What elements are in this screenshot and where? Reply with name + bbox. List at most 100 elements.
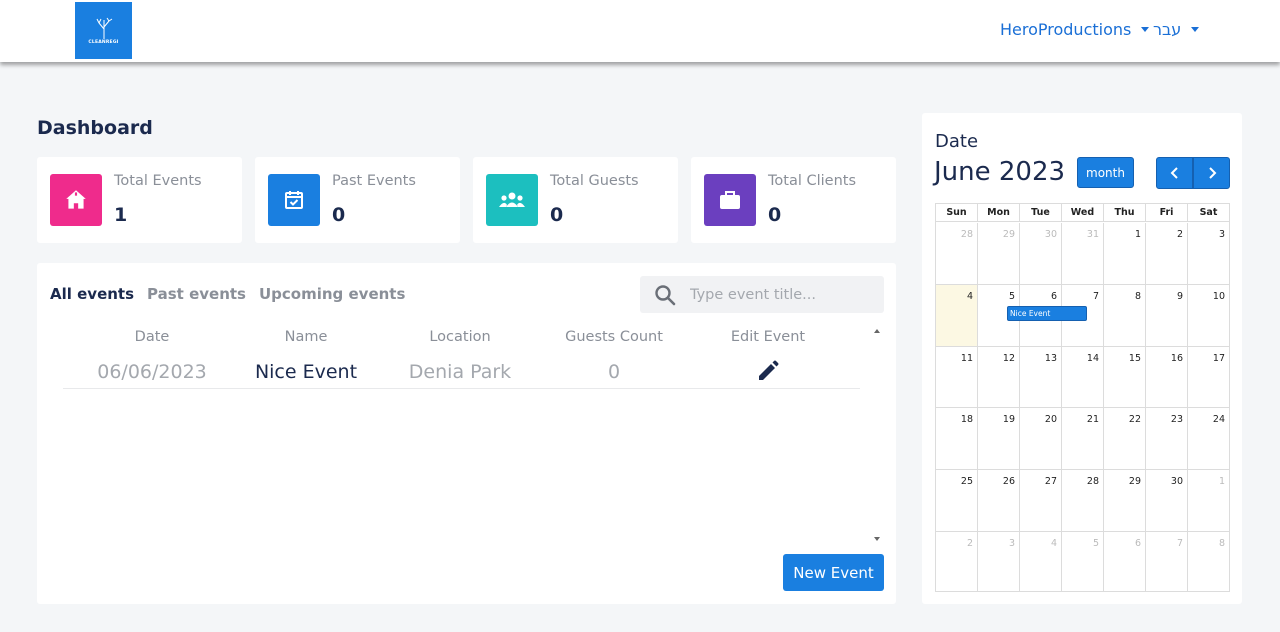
- calendar-day[interactable]: 8: [1188, 532, 1229, 591]
- calendar-day[interactable]: 19: [978, 408, 1020, 470]
- scroll-up-arrow-icon[interactable]: [874, 329, 880, 333]
- day-number: 16: [1170, 352, 1183, 364]
- day-number: 18: [960, 414, 973, 426]
- account-menu[interactable]: HeroProductions: [1000, 20, 1150, 39]
- language-menu[interactable]: עבר: [1153, 20, 1200, 39]
- calendar-day[interactable]: 30: [1020, 223, 1062, 284]
- calendar-day[interactable]: 15: [1104, 346, 1146, 408]
- calendar-day[interactable]: 22: [1104, 408, 1146, 470]
- day-number: 30: [1044, 229, 1057, 240]
- tab-upcoming-events[interactable]: Upcoming events: [259, 285, 405, 303]
- day-number: 12: [1002, 352, 1015, 364]
- calendar-day[interactable]: 1: [1104, 223, 1146, 284]
- weekday-label: Mon: [978, 204, 1020, 221]
- event-search: [640, 276, 884, 313]
- calendar-day[interactable]: 28: [936, 223, 978, 284]
- day-number: 23: [1170, 414, 1183, 426]
- calendar-day[interactable]: 29: [978, 223, 1020, 284]
- calendar-day[interactable]: 2: [936, 532, 978, 591]
- calendar-day[interactable]: 13: [1020, 346, 1062, 408]
- calendar-day[interactable]: 6: [1104, 532, 1146, 591]
- event-date: 06/06/2023: [97, 361, 207, 383]
- calendar-day[interactable]: 31: [1062, 223, 1104, 284]
- calendar-day[interactable]: 17: [1188, 347, 1229, 408]
- calendar-day[interactable]: 14: [1062, 346, 1104, 408]
- top-navbar: CLEANREGI HeroProductions עבר: [0, 0, 1280, 62]
- day-number: 11: [960, 352, 973, 364]
- calendar-day[interactable]: 21: [1062, 408, 1104, 470]
- tab-past-events[interactable]: Past events: [147, 285, 246, 303]
- calendar-day[interactable]: 10: [1188, 285, 1229, 346]
- calendar-day[interactable]: 26: [978, 470, 1020, 531]
- calendar-day[interactable]: 29: [1104, 470, 1146, 531]
- brand-logo[interactable]: CLEANREGI: [75, 2, 132, 59]
- column-header-date: Date: [134, 329, 170, 345]
- day-number: 29: [1002, 229, 1015, 240]
- month-view-button[interactable]: month: [1077, 157, 1134, 188]
- stat-value: 0: [332, 204, 346, 226]
- event-guests-count: 0: [607, 361, 621, 383]
- day-number: 13: [1044, 352, 1057, 364]
- calendar-day[interactable]: 4: [1020, 532, 1062, 591]
- new-event-button[interactable]: New Event: [783, 554, 884, 591]
- previous-month-button[interactable]: [1156, 157, 1193, 189]
- next-month-button[interactable]: [1193, 157, 1230, 189]
- calendar-day[interactable]: 12: [978, 346, 1020, 408]
- day-number: 3: [1008, 538, 1015, 549]
- day-number: 3: [1218, 229, 1225, 240]
- day-number: 15: [1128, 352, 1141, 364]
- calendar-day[interactable]: 7: [1146, 532, 1188, 591]
- calendar-day[interactable]: 18: [936, 408, 978, 470]
- day-number: 30: [1170, 476, 1183, 488]
- day-number: 20: [1044, 414, 1057, 426]
- scroll-down-arrow-icon[interactable]: [874, 537, 880, 541]
- weekday-label: Wed: [1062, 204, 1104, 221]
- day-number: 5: [1008, 290, 1015, 302]
- day-number: 25: [960, 476, 973, 488]
- stat-value: 1: [114, 204, 128, 226]
- calendar-day[interactable]: 11: [936, 346, 978, 408]
- calendar-panel: Date June 2023 month Sun Mon Tue Wed Thu…: [922, 113, 1242, 604]
- calendar-day-today[interactable]: 4: [936, 284, 978, 346]
- tab-all-events[interactable]: All events: [50, 285, 134, 303]
- day-number: 24: [1212, 414, 1225, 426]
- calendar-day[interactable]: 20: [1020, 408, 1062, 470]
- calendar-day[interactable]: 9: [1146, 284, 1188, 346]
- table-scrollbar[interactable]: [873, 327, 883, 543]
- calendar-check-icon: [268, 174, 320, 226]
- day-number: 2: [966, 538, 973, 549]
- calendar-day[interactable]: 28: [1062, 470, 1104, 531]
- weekday-label: Fri: [1146, 204, 1188, 221]
- pencil-icon[interactable]: [757, 360, 779, 382]
- stat-card-past-events: Past Events 0: [255, 157, 460, 243]
- calendar-day[interactable]: 5: [1062, 532, 1104, 591]
- day-number: 28: [960, 229, 973, 240]
- calendar-week: 18 19 20 21 22 23 24: [936, 408, 1229, 471]
- event-location: Denia Park: [408, 361, 512, 383]
- weekday-label: Tue: [1020, 204, 1062, 221]
- calendar-day[interactable]: 25: [936, 470, 978, 531]
- briefcase-icon: [704, 174, 756, 226]
- chevron-right-icon: [1208, 167, 1216, 179]
- search-input[interactable]: [690, 276, 878, 313]
- stat-card-total-clients: Total Clients 0: [691, 157, 896, 243]
- calendar-event[interactable]: Nice Event: [1007, 306, 1087, 321]
- stat-label: Total Clients: [768, 173, 857, 189]
- calendar-day[interactable]: 8: [1104, 284, 1146, 346]
- stat-card-total-guests: Total Guests 0: [473, 157, 678, 243]
- search-icon: [655, 285, 676, 306]
- calendar-day[interactable]: 27: [1020, 470, 1062, 531]
- chevron-left-icon: [1170, 167, 1178, 179]
- calendar-day[interactable]: 24: [1188, 408, 1229, 469]
- calendar-day[interactable]: 3: [978, 532, 1020, 591]
- calendar-day[interactable]: 30: [1146, 470, 1188, 531]
- calendar-day[interactable]: 23: [1146, 408, 1188, 470]
- calendar-day[interactable]: 16: [1146, 346, 1188, 408]
- calendar-day[interactable]: 1: [1188, 470, 1229, 531]
- calendar-day[interactable]: 2: [1146, 223, 1188, 284]
- calendar-week: 25 26 27 28 29 30 1: [936, 470, 1229, 532]
- calendar-day[interactable]: 3: [1188, 223, 1229, 284]
- logo-tree-icon: [96, 17, 112, 39]
- calendar-grid: Sun Mon Tue Wed Thu Fri Sat 28 29 30 31 …: [935, 203, 1230, 592]
- day-number: 21: [1086, 414, 1099, 426]
